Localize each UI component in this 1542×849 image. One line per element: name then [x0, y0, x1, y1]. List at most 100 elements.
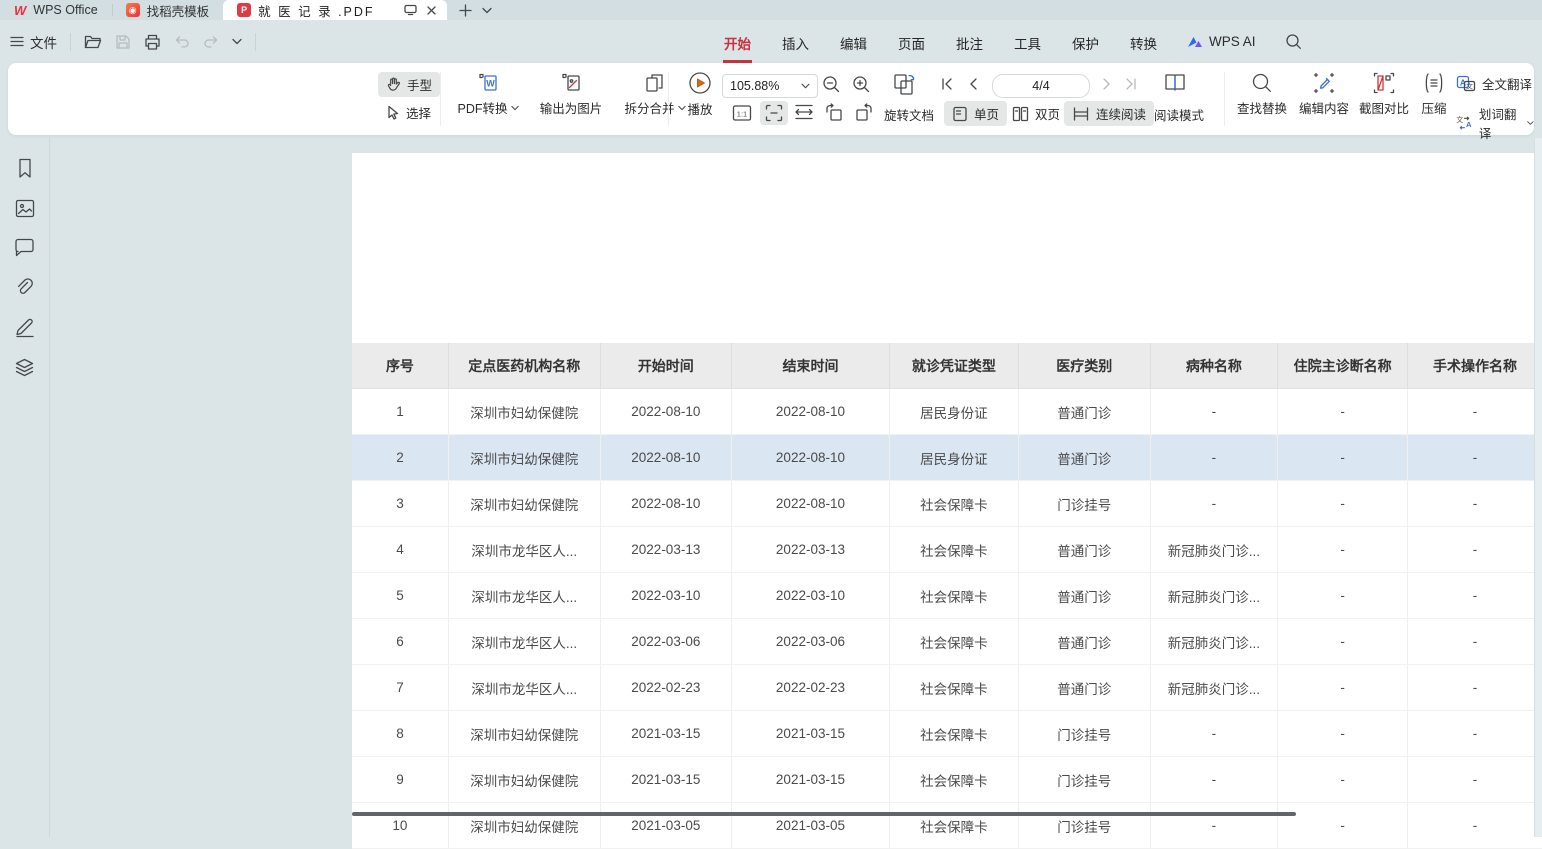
- undo-icon[interactable]: [174, 35, 190, 49]
- table-cell: 普通门诊: [1018, 665, 1150, 711]
- table-cell: -: [1408, 527, 1542, 573]
- zoom-level-select[interactable]: 105.88%: [722, 74, 818, 98]
- close-tab-icon[interactable]: [426, 5, 437, 16]
- table-row: 7深圳市龙华区人...2022-02-232022-02-23社会保障卡普通门诊…: [352, 665, 1542, 711]
- table-cell: 2: [352, 435, 448, 481]
- tab-docer-templates[interactable]: ◉ 找稻壳模板: [112, 0, 224, 20]
- menu-tab-工具[interactable]: 工具: [1013, 20, 1042, 63]
- table-row: 1深圳市妇幼保健院2022-08-102022-08-10居民身份证普通门诊--…: [352, 389, 1542, 435]
- rotate-pages-icon[interactable]: [892, 72, 918, 96]
- layers-icon[interactable]: [14, 358, 35, 378]
- undo-menu-chevron-icon[interactable]: [232, 38, 242, 45]
- table-cell: -: [1278, 389, 1408, 435]
- tab-document-pdf[interactable]: P 就 医 记 录 .PDF: [223, 0, 447, 20]
- signature-pen-icon[interactable]: [14, 317, 36, 338]
- menu-tab-插入[interactable]: 插入: [781, 20, 810, 63]
- svg-text:文: 文: [1456, 115, 1463, 124]
- table-row: 5深圳市龙华区人...2022-03-102022-03-10社会保障卡普通门诊…: [352, 573, 1542, 619]
- tab-label: 就 医 记 录 .PDF: [258, 1, 374, 20]
- table-cell: 新冠肺炎门诊...: [1150, 527, 1277, 573]
- fit-width-icon[interactable]: [794, 104, 814, 120]
- column-header: 病种名称: [1150, 343, 1277, 389]
- pdf-convert-button[interactable]: W PDF转换: [450, 72, 526, 117]
- menu-search-icon[interactable]: [1285, 33, 1302, 50]
- thumbnail-icon[interactable]: [15, 199, 35, 218]
- edit-content-button[interactable]: 编辑内容: [1292, 72, 1356, 117]
- monitor-icon[interactable]: [404, 4, 417, 16]
- svg-text:W: W: [486, 79, 495, 89]
- tab-list-chevron-icon[interactable]: [482, 7, 492, 14]
- file-menu[interactable]: 文件: [10, 32, 57, 52]
- continuous-read-button[interactable]: 连续阅读: [1064, 101, 1154, 126]
- tab-wps-office[interactable]: W WPS Office: [0, 0, 112, 20]
- play-icon: [688, 71, 712, 95]
- read-mode-icon[interactable]: [1162, 71, 1188, 95]
- actual-size-icon[interactable]: 1:1: [732, 104, 752, 122]
- next-page-icon[interactable]: [1102, 77, 1112, 91]
- full-translate-icon: A文: [1456, 75, 1476, 92]
- menu-tab-保护[interactable]: 保护: [1071, 20, 1100, 63]
- table-cell: 社会保障卡: [889, 711, 1018, 757]
- rotate-right-icon[interactable]: [854, 103, 874, 122]
- print-icon[interactable]: [144, 34, 161, 50]
- vertical-scrollbar[interactable]: [1534, 138, 1542, 837]
- table-cell: -: [1408, 665, 1542, 711]
- wps-ai-button[interactable]: WPS AI: [1187, 34, 1256, 49]
- menu-tab-开始[interactable]: 开始: [723, 20, 752, 63]
- word-translate-button[interactable]: 文A 划词翻译: [1456, 104, 1534, 142]
- new-tab-icon[interactable]: [459, 4, 472, 17]
- open-file-icon[interactable]: [84, 34, 102, 50]
- last-page-icon[interactable]: [1124, 77, 1138, 91]
- first-page-icon[interactable]: [940, 77, 954, 91]
- table-cell: 普通门诊: [1018, 435, 1150, 481]
- fit-page-icon[interactable]: [760, 101, 788, 125]
- compress-button[interactable]: 压缩: [1412, 72, 1456, 117]
- table-cell: 2022-08-10: [732, 481, 890, 527]
- select-tool-button[interactable]: 选择: [378, 100, 439, 125]
- split-merge-icon: [644, 72, 666, 94]
- table-cell: 深圳市妇幼保健院: [448, 711, 600, 757]
- table-cell: 社会保障卡: [889, 481, 1018, 527]
- full-translate-label: 全文翻译: [1482, 74, 1532, 93]
- play-button[interactable]: 播放: [676, 71, 724, 118]
- table-cell: 1: [352, 389, 448, 435]
- export-image-button[interactable]: 输出为图片: [528, 72, 614, 117]
- rotate-left-icon[interactable]: [824, 103, 844, 122]
- svg-text:文: 文: [1466, 82, 1473, 91]
- redo-icon[interactable]: [203, 35, 219, 49]
- hand-tool-button[interactable]: 手型: [378, 72, 440, 97]
- play-label: 播放: [687, 99, 712, 118]
- table-cell: 新冠肺炎门诊...: [1150, 573, 1277, 619]
- zoom-out-icon[interactable]: [822, 75, 841, 94]
- table-cell: 深圳市龙华区人...: [448, 573, 600, 619]
- menu-tab-转换[interactable]: 转换: [1129, 20, 1158, 63]
- find-replace-button[interactable]: 查找替换: [1230, 72, 1294, 117]
- screenshot-compare-button[interactable]: 截图对比: [1352, 72, 1416, 117]
- table-cell: 普通门诊: [1018, 389, 1150, 435]
- table-cell: 普通门诊: [1018, 573, 1150, 619]
- table-cell: 2021-03-15: [732, 757, 890, 803]
- table-cell: 2021-03-05: [600, 803, 731, 849]
- menu-tab-页面[interactable]: 页面: [897, 20, 926, 63]
- page-number-input[interactable]: 4/4: [992, 74, 1090, 98]
- menu-tab-编辑[interactable]: 编辑: [839, 20, 868, 63]
- save-icon[interactable]: [115, 34, 131, 50]
- attachment-icon[interactable]: [14, 277, 35, 297]
- table-cell: 深圳市龙华区人...: [448, 665, 600, 711]
- continuous-read-label: 连续阅读: [1096, 104, 1146, 123]
- table-cell: 2022-08-10: [600, 435, 731, 481]
- previous-page-icon[interactable]: [968, 77, 978, 91]
- wps-logo: W: [14, 3, 26, 18]
- menu-tab-批注[interactable]: 批注: [955, 20, 984, 63]
- read-mode-button[interactable]: 阅读模式: [1154, 105, 1204, 124]
- zoom-in-icon[interactable]: [852, 75, 871, 94]
- rotate-doc-button[interactable]: 旋转文档: [884, 105, 934, 124]
- full-translate-button[interactable]: A文 全文翻译: [1456, 74, 1532, 93]
- comment-icon[interactable]: [14, 238, 35, 257]
- table-cell: 门诊挂号: [1018, 757, 1150, 803]
- single-page-button[interactable]: 单页: [944, 101, 1007, 126]
- left-panel-sidebar: [0, 138, 50, 837]
- table-cell: -: [1278, 435, 1408, 481]
- bookmark-icon[interactable]: [16, 158, 34, 179]
- table-cell: 社会保障卡: [889, 757, 1018, 803]
